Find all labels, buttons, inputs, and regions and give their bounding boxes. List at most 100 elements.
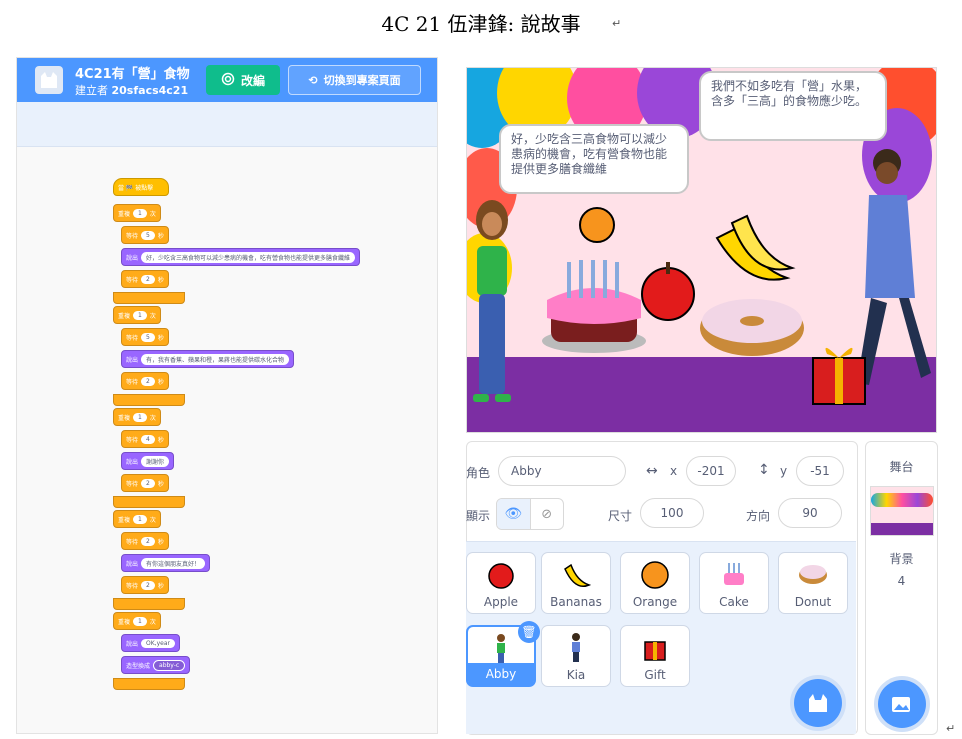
sprite-tile-label: Gift bbox=[644, 668, 666, 682]
add-backdrop-button[interactable] bbox=[878, 680, 926, 728]
show-eye-icon[interactable]: 👁 bbox=[497, 499, 531, 529]
repeat-block[interactable]: 重複 1 次 bbox=[113, 612, 161, 630]
block-unit: 次 bbox=[149, 414, 156, 422]
size-label: 尺寸 bbox=[608, 509, 633, 523]
stage-selector[interactable]: 舞台 背景 4 bbox=[865, 441, 938, 735]
block-unit: 秒 bbox=[157, 276, 164, 284]
repeat-block[interactable]: 重複 1 次 bbox=[113, 306, 161, 324]
sprite-tile-apple[interactable]: Apple bbox=[466, 552, 536, 614]
visibility-toggle: 👁 ⊘ bbox=[496, 498, 564, 530]
paragraph-mark-icon: ↵ bbox=[612, 17, 622, 30]
sprite-name-input[interactable]: Abby bbox=[498, 456, 626, 486]
repeat-block[interactable]: 重複 1 次 bbox=[113, 408, 161, 426]
wait-block[interactable]: 等待 2 秒 bbox=[121, 576, 169, 594]
bananas-sprite[interactable] bbox=[707, 208, 797, 288]
backdrops-count: 4 bbox=[897, 574, 906, 588]
sprite-tile-label: Kia bbox=[566, 668, 586, 682]
block-input[interactable]: 有你這個朋友真好！ bbox=[141, 557, 206, 569]
block-label: 等待 bbox=[126, 582, 139, 590]
sprite-info: 角色 Abby ↔ x -201 ↕ y -51 顯示 👁 ⊘ 尺寸 100 方… bbox=[466, 441, 856, 541]
block-input[interactable]: 1 bbox=[133, 208, 147, 218]
x-input[interactable]: -201 bbox=[686, 456, 736, 486]
remix-button[interactable]: 改編 bbox=[206, 65, 280, 95]
block-input[interactable]: 1 bbox=[133, 514, 147, 524]
wait-block[interactable]: 等待 5 秒 bbox=[121, 328, 169, 346]
block-label: 造型換成 bbox=[126, 662, 151, 670]
see-project-page-button[interactable]: ⟲ 切換到專案頁面 bbox=[288, 65, 421, 95]
block-label: 重複 bbox=[118, 210, 131, 218]
orange-sprite[interactable] bbox=[577, 205, 617, 245]
project-author: 建立者 20sfacs4c21 bbox=[75, 84, 189, 97]
image-icon bbox=[892, 697, 910, 712]
apple-sprite[interactable] bbox=[637, 258, 699, 323]
sprite-tile-orange[interactable]: Orange bbox=[620, 552, 690, 614]
block-input[interactable]: 有，我有香蕉、蘋果和橙，果蔣也能提供碳水化合物 bbox=[141, 353, 290, 365]
wait-block[interactable]: 等待 4 秒 bbox=[121, 430, 169, 448]
block-input[interactable]: 2 bbox=[141, 536, 155, 546]
show-label: 顯示 bbox=[466, 509, 491, 523]
when-flag-clicked-block[interactable]: 當 🏁 被點擊 bbox=[113, 178, 169, 196]
backdrop-thumbnail[interactable] bbox=[870, 486, 934, 536]
wait-block[interactable]: 等待 5 秒 bbox=[121, 226, 169, 244]
block-input[interactable]: 2 bbox=[141, 376, 155, 386]
block-input[interactable]: 5 bbox=[141, 230, 155, 240]
direction-label: 方向 bbox=[746, 509, 771, 523]
block-input[interactable]: OK,year bbox=[141, 638, 175, 648]
sprite-tile-donut[interactable]: Donut bbox=[778, 552, 848, 614]
abby-sprite[interactable] bbox=[467, 198, 527, 408]
wait-block[interactable]: 等待 2 秒 bbox=[121, 270, 169, 288]
add-sprite-button[interactable] bbox=[794, 679, 842, 727]
block-label: 等待 bbox=[126, 378, 139, 386]
x-label: x bbox=[670, 464, 678, 478]
y-input[interactable]: -51 bbox=[796, 456, 844, 486]
block-input[interactable]: 2 bbox=[141, 478, 155, 488]
costume-block[interactable]: 造型換成 abby-c bbox=[121, 656, 191, 674]
repeat-block[interactable]: 重複 1 次 bbox=[113, 510, 161, 528]
say-block[interactable]: 說出 好，少吃含三高食物可以減少患病的機會，吃有營食物也能提供更多膳食纖維 bbox=[121, 248, 361, 266]
block-input[interactable]: 2 bbox=[141, 580, 155, 590]
remix-icon bbox=[221, 72, 235, 89]
sprite-tile-bananas[interactable]: Bananas bbox=[541, 552, 611, 614]
wait-block[interactable]: 等待 2 秒 bbox=[121, 372, 169, 390]
cake-sprite[interactable] bbox=[539, 256, 649, 356]
block-label: 重複 bbox=[118, 312, 131, 320]
hide-eye-icon[interactable]: ⊘ bbox=[531, 499, 564, 529]
block-input[interactable]: 好，少吃含三高食物可以減少患病的機會，吃有營食物也能提供更多膳食纖維 bbox=[141, 251, 356, 263]
block-input[interactable]: 5 bbox=[141, 332, 155, 342]
block-input[interactable]: 1 bbox=[133, 412, 147, 422]
direction-input[interactable]: 90 bbox=[778, 498, 842, 528]
block-input[interactable]: 1 bbox=[133, 616, 147, 626]
donut-sprite[interactable] bbox=[697, 293, 807, 358]
block-label: 重複 bbox=[118, 516, 131, 524]
block-label: 說出 bbox=[126, 560, 139, 568]
switch-icon: ⟲ bbox=[308, 73, 318, 87]
block-input[interactable]: 1 bbox=[133, 310, 147, 320]
wait-block[interactable]: 等待 2 秒 bbox=[121, 474, 169, 492]
avatar[interactable] bbox=[35, 66, 63, 94]
block-input[interactable]: 2 bbox=[141, 274, 155, 284]
sprite-tile-abby[interactable]: Abby 🗑 bbox=[466, 621, 540, 687]
say-block[interactable]: 說出 謝謝你 bbox=[121, 452, 175, 470]
block-input[interactable]: 謝謝你 bbox=[141, 455, 170, 467]
block-label: 重複 bbox=[118, 414, 131, 422]
delete-sprite-icon[interactable]: 🗑 bbox=[518, 621, 540, 643]
say-block[interactable]: 說出 OK,year bbox=[121, 634, 180, 652]
size-input[interactable]: 100 bbox=[640, 498, 704, 528]
wait-block[interactable]: 等待 2 秒 bbox=[121, 532, 169, 550]
repeat-block[interactable]: 重複 1 次 bbox=[113, 204, 161, 222]
gift-sprite[interactable] bbox=[807, 340, 871, 406]
sprite-tile-kia[interactable]: Kia bbox=[541, 625, 611, 687]
sprite-tile-cake[interactable]: Cake bbox=[699, 552, 769, 614]
block-input[interactable]: abby-c bbox=[153, 659, 186, 671]
repeat-block-end bbox=[113, 678, 185, 690]
abby-icon bbox=[497, 634, 505, 663]
stage-canvas[interactable]: 好，少吃含三高食物可以減少患病的機會，吃有營食物也能提供更多膳食纖維 我們不如多… bbox=[466, 67, 937, 433]
say-block[interactable]: 說出 有你這個朋友真好！ bbox=[121, 554, 211, 572]
sprite-tile-label: Donut bbox=[794, 595, 832, 609]
editor-subbar bbox=[17, 102, 437, 147]
y-label: y bbox=[780, 464, 788, 478]
block-label: 等待 bbox=[126, 436, 139, 444]
say-block[interactable]: 說出 有，我有香蕉、蘋果和橙，果蔣也能提供碳水化合物 bbox=[121, 350, 295, 368]
sprite-tile-gift[interactable]: Gift bbox=[620, 625, 690, 687]
block-input[interactable]: 4 bbox=[141, 434, 155, 444]
